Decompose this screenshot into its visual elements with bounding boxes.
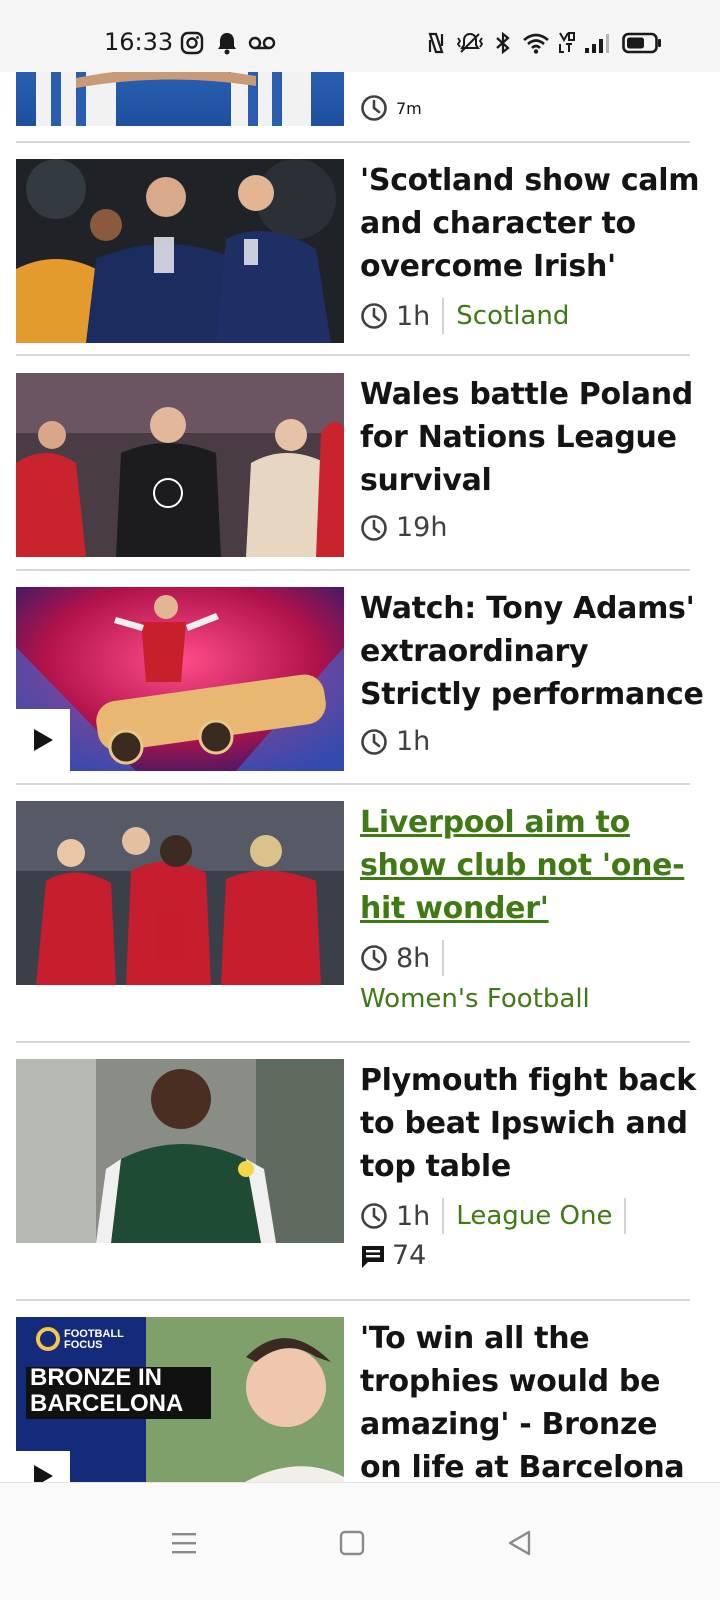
divider: [16, 1299, 690, 1301]
article-headline[interactable]: Liverpool aim to show club not 'one-hit …: [360, 801, 704, 930]
article-meta: 19h: [360, 512, 704, 543]
notification-bell-icon: [216, 30, 238, 56]
article-timestamp: 7m: [396, 98, 422, 118]
home-button[interactable]: [322, 1513, 382, 1573]
back-triangle-icon: [508, 1530, 531, 1556]
article-timestamp: 19h: [396, 512, 448, 543]
instagram-icon: [180, 30, 204, 56]
article-item[interactable]: FOOTBALL FOCUS BRONZE IN BARCELONA 'To w…: [16, 1317, 704, 1507]
video-play-button[interactable]: [16, 709, 70, 771]
article-meta: 1h League One: [360, 1198, 704, 1234]
article-topic-link[interactable]: Scotland: [456, 301, 569, 331]
article-thumbnail[interactable]: [16, 373, 344, 557]
article-item[interactable]: Liverpool aim to show club not 'one-hit …: [16, 801, 704, 1031]
article-headline[interactable]: 'To win all the trophies would be amazin…: [360, 1317, 704, 1489]
divider: [16, 1041, 690, 1043]
voicemail-icon: [248, 30, 276, 56]
article-meta: 7m: [360, 88, 704, 128]
article-thumbnail[interactable]: [16, 1059, 344, 1243]
article-thumbnail[interactable]: [16, 801, 344, 985]
article-thumbnail[interactable]: [16, 159, 344, 343]
article-topic-link[interactable]: League One: [456, 1201, 612, 1231]
home-square-icon: [339, 1530, 365, 1556]
play-icon: [34, 729, 53, 751]
comments-link[interactable]: 74: [360, 1240, 704, 1271]
clock-icon: [361, 303, 387, 329]
signal-icon: [584, 30, 610, 56]
article-item[interactable]: 'Scotland show calm and character to ove…: [16, 159, 704, 343]
clock-icon: [361, 1203, 387, 1229]
clock-icon: [361, 728, 387, 755]
clock-icon: [361, 514, 387, 541]
meta-separator: [442, 1198, 445, 1234]
menu-button[interactable]: [154, 1513, 214, 1573]
divider: [16, 354, 690, 356]
nfc-icon: [426, 30, 446, 56]
article-headline[interactable]: Plymouth fight back to beat Ipswich and …: [360, 1059, 704, 1188]
divider: [16, 141, 690, 143]
comments-count: 74: [392, 1240, 427, 1271]
comments-icon: [362, 1245, 384, 1268]
wifi-icon: [522, 30, 550, 56]
article-thumbnail[interactable]: FOOTBALL FOCUS BRONZE IN BARCELONA: [16, 1317, 344, 1501]
article-item[interactable]: Watch: Tony Adams' extraordinary Strictl…: [16, 587, 704, 771]
vibrate-icon: [454, 30, 486, 56]
clock-icon: [361, 95, 387, 121]
menu-icon: [172, 1533, 196, 1554]
article-timestamp: 1h: [396, 726, 431, 757]
article-meta: 1h: [360, 726, 704, 757]
article-timestamp: 8h: [396, 942, 431, 974]
article-meta: 1h Scotland: [360, 298, 704, 334]
system-navigation-bar: [0, 1482, 720, 1600]
meta-separator: [624, 1198, 627, 1234]
article-thumbnail[interactable]: [16, 587, 344, 771]
article-headline[interactable]: Wales battle Poland for Nations League s…: [360, 373, 704, 502]
article-headline[interactable]: Watch: Tony Adams' extraordinary Strictl…: [360, 587, 704, 716]
back-button[interactable]: [490, 1513, 550, 1573]
meta-separator: [442, 298, 445, 334]
article-headline[interactable]: 'Scotland show calm and character to ove…: [360, 159, 704, 288]
status-bar: 16:33: [0, 0, 720, 72]
thumb-brand: FOOTBALL FOCUS: [64, 1328, 124, 1351]
bluetooth-icon: [494, 30, 512, 56]
article-feed[interactable]: 7m 'Scotland show calm and character to …: [0, 0, 720, 1510]
status-time: 16:33: [104, 28, 174, 56]
divider: [16, 783, 690, 785]
thumb-title: BRONZE IN BARCELONA: [30, 1364, 184, 1417]
clock-icon: [361, 945, 387, 971]
meta-separator: [442, 940, 445, 976]
article-item[interactable]: Plymouth fight back to beat Ipswich and …: [16, 1059, 704, 1289]
article-timestamp: 1h: [396, 1200, 431, 1232]
divider: [16, 569, 690, 571]
article-meta: 8h: [360, 940, 704, 976]
article-topic-link[interactable]: Women's Football: [360, 984, 590, 1014]
battery-icon: [622, 30, 662, 56]
volte-icon: [558, 30, 576, 56]
article-timestamp: 1h: [396, 300, 431, 332]
article-item[interactable]: Wales battle Poland for Nations League s…: [16, 373, 704, 557]
